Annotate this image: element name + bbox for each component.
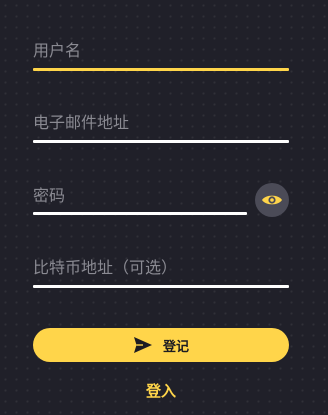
eye-icon [262, 195, 282, 205]
toggle-password-visibility-button[interactable] [255, 183, 289, 217]
password-placeholder: 密码 [33, 186, 66, 205]
signup-label: 登记 [162, 339, 189, 355]
password-field[interactable]: 密码 [33, 186, 247, 218]
password-underline [33, 212, 247, 215]
login-link[interactable]: 登入 [0, 380, 322, 401]
username-underline [33, 68, 289, 71]
username-placeholder: 用户名 [33, 41, 82, 60]
email-underline [33, 140, 289, 143]
send-icon [133, 336, 153, 354]
btc-address-placeholder: 比特币地址（可选） [33, 258, 178, 277]
username-field[interactable]: 用户名 [33, 41, 289, 73]
btc-address-field[interactable]: 比特币地址（可选） [33, 258, 289, 290]
email-placeholder: 电子邮件地址 [33, 113, 130, 132]
btc-address-underline [33, 285, 289, 288]
email-field[interactable]: 电子邮件地址 [33, 113, 289, 145]
signup-button[interactable]: 登记 [33, 328, 289, 362]
